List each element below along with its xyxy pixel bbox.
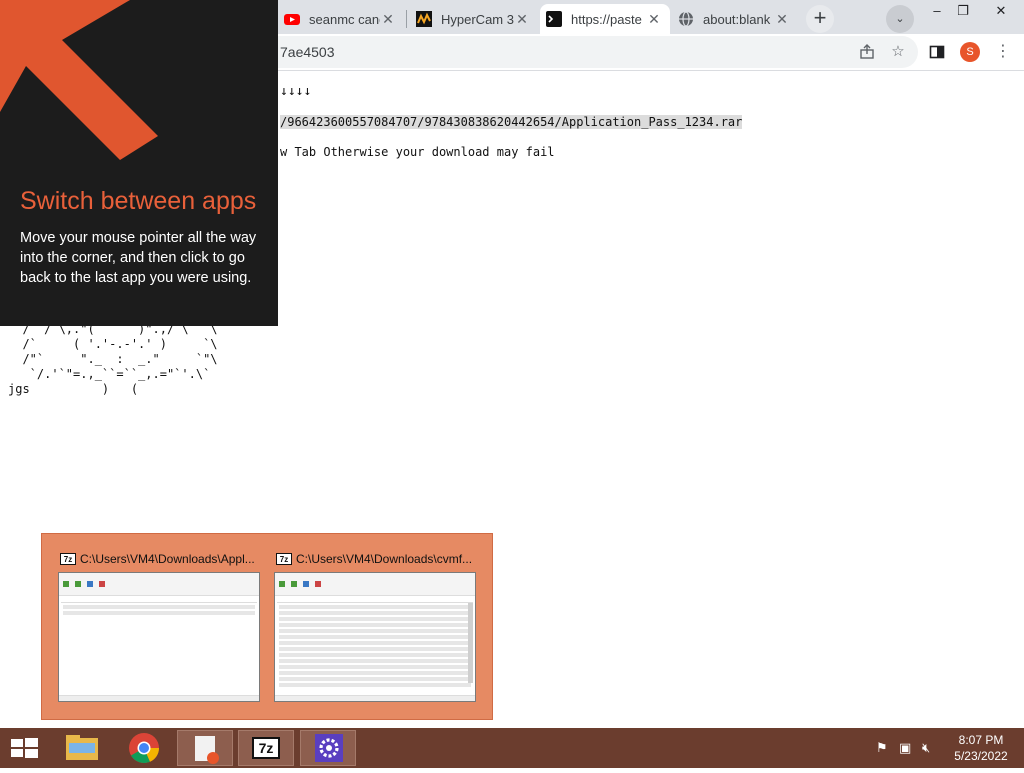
tab-strip: seanmc cand ✕ HyperCam 3 ✕ https://paste… — [278, 0, 1024, 34]
terminal-icon — [546, 11, 562, 27]
settings-taskbar-button[interactable] — [300, 730, 356, 766]
arrows-text: ↓↓↓↓ — [280, 84, 312, 99]
close-tab-icon[interactable]: ✕ — [380, 11, 396, 28]
tab-about-blank[interactable]: about:blank ✕ — [672, 4, 798, 34]
7zip-icon: 7z — [60, 553, 76, 565]
clock-time: 8:07 PM — [958, 733, 1004, 747]
restore-button[interactable]: ❐ — [948, 2, 978, 24]
address-text: 7ae4503 — [280, 44, 335, 60]
switch-apps-tip: Switch between apps Move your mouse poin… — [0, 0, 278, 326]
warning-text: w Tab Otherwise your download may fail — [280, 145, 555, 159]
tab-title: seanmc cand — [309, 11, 380, 27]
switcher-thumbnail-cvmf[interactable] — [274, 572, 476, 702]
browser-toolbar: 7ae4503 ☆ S ⋮ — [278, 34, 1024, 71]
start-button[interactable] — [0, 728, 48, 768]
volume-muted-icon[interactable]: 🔇︎ — [922, 740, 930, 756]
switcher-item-title: 7z C:\Users\VM4\Downloads\Appl... — [60, 552, 255, 566]
close-tab-icon[interactable]: ✕ — [774, 11, 790, 28]
system-clock[interactable]: 8:07 PM 5/23/2022 — [948, 732, 1014, 764]
tab-title: https://paste — [571, 11, 642, 27]
file-explorer-button[interactable] — [54, 730, 110, 766]
tab-hypercam[interactable]: HyperCam 3 ✕ — [410, 4, 538, 34]
network-icon[interactable]: ▣ — [899, 740, 911, 756]
tab-divider — [406, 10, 407, 28]
bookmark-star-icon[interactable]: ☆ — [887, 41, 909, 63]
close-tab-icon[interactable]: ✕ — [514, 11, 530, 28]
downloads-app-icon — [195, 736, 219, 764]
tab-title: HyperCam 3 — [441, 11, 514, 27]
tip-title: Switch between apps — [20, 187, 257, 215]
file-explorer-icon — [66, 735, 98, 760]
download-link[interactable]: /966423600557084707/978430838620442654/A… — [280, 115, 743, 129]
youtube-icon — [284, 11, 300, 27]
downloads-app-button[interactable] — [177, 730, 233, 766]
address-bar[interactable]: 7ae4503 — [278, 36, 918, 68]
7zip-taskbar-button[interactable]: 7z — [238, 730, 294, 766]
side-panel-icon[interactable] — [926, 41, 948, 63]
taskbar: 7z ⚑ ▣ 🔇︎ 8:07 PM 5/23/2022 — [0, 728, 1024, 768]
7zip-icon: 7z — [252, 737, 280, 759]
globe-icon — [678, 11, 694, 27]
tab-paste-active[interactable]: https://paste ✕ — [540, 4, 670, 34]
windows-logo-icon — [11, 738, 38, 758]
share-icon[interactable] — [856, 41, 878, 63]
new-tab-button[interactable]: + — [806, 5, 834, 33]
app-switcher-panel: 7z C:\Users\VM4\Downloads\Appl... 7z C:\… — [41, 533, 493, 720]
hypercam-icon — [416, 11, 432, 27]
tab-youtube[interactable]: seanmc cand ✕ — [278, 4, 404, 34]
settings-gear-icon — [315, 734, 343, 762]
close-window-button[interactable]: ✕ — [986, 2, 1016, 24]
switcher-item-title: 7z C:\Users\VM4\Downloads\cvmf... — [276, 552, 472, 566]
tab-title: about:blank — [703, 11, 771, 27]
action-center-flag-icon[interactable]: ⚑ — [876, 740, 888, 756]
tip-body: Move your mouse pointer all the way into… — [20, 230, 257, 286]
tab-search-button[interactable]: ⌄ — [886, 5, 914, 33]
switcher-item-label: C:\Users\VM4\Downloads\Appl... — [80, 552, 255, 566]
chrome-button[interactable] — [116, 730, 172, 766]
chrome-icon — [129, 733, 159, 763]
ascii-art: /` /`\,."( )".,/`\ `\ /` ( '.'-.-'.' ) `… — [8, 322, 218, 396]
clock-date: 5/23/2022 — [954, 749, 1008, 763]
7zip-icon: 7z — [276, 553, 292, 565]
close-tab-icon[interactable]: ✕ — [646, 11, 662, 28]
corner-arrow-icon — [0, 0, 158, 160]
switcher-thumbnail-appl[interactable] — [58, 572, 260, 702]
switcher-item-label: C:\Users\VM4\Downloads\cvmf... — [296, 552, 473, 566]
more-menu-icon[interactable]: ⋮ — [992, 41, 1014, 63]
profile-avatar[interactable]: S — [960, 42, 980, 62]
